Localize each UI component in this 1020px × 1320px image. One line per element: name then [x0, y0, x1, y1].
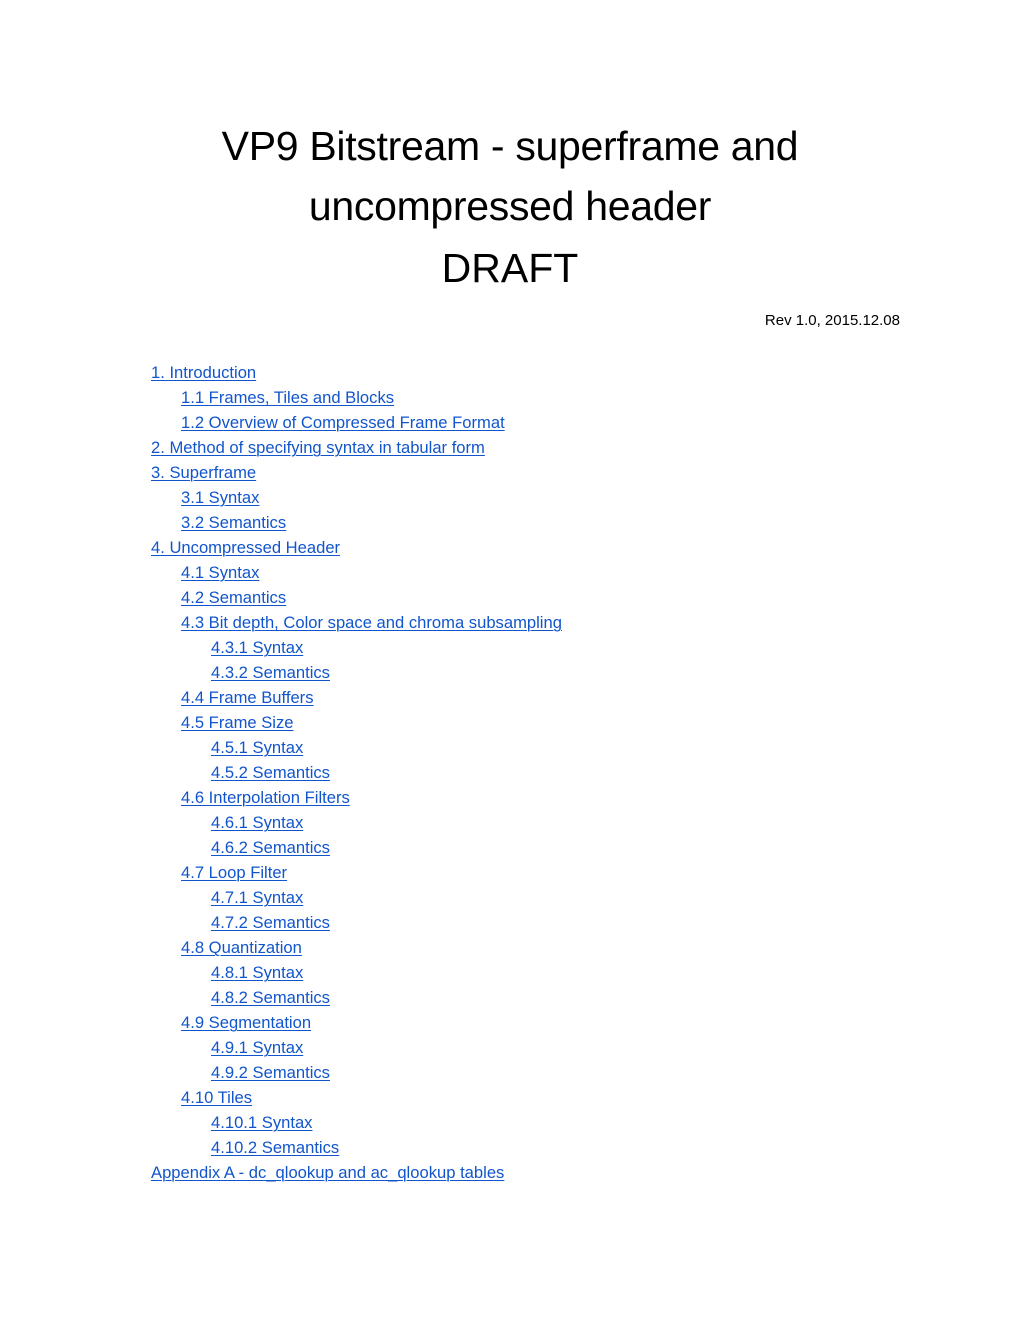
toc-entry: 4.9.2 Semantics	[151, 1060, 562, 1085]
toc-link[interactable]: 4.2 Semantics	[181, 588, 286, 607]
toc-entry: 3. Superframe	[151, 460, 562, 485]
toc-link[interactable]: 3. Superframe	[151, 463, 256, 482]
toc-entry: 4.3.2 Semantics	[151, 660, 562, 685]
draft-status-label: DRAFT	[441, 245, 579, 291]
toc-link[interactable]: 4.1 Syntax	[181, 563, 259, 582]
toc-entry: 4.4 Frame Buffers	[151, 685, 562, 710]
toc-link[interactable]: 1.1 Frames, Tiles and Blocks	[181, 388, 394, 407]
toc-entry: 1. Introduction	[151, 360, 562, 385]
toc-link[interactable]: 1.2 Overview of Compressed Frame Format	[181, 413, 505, 432]
toc-link[interactable]: 4.6 Interpolation Filters	[181, 788, 350, 807]
toc-entry: 4.7 Loop Filter	[151, 860, 562, 885]
toc-link[interactable]: 4.5.2 Semantics	[211, 763, 330, 782]
toc-link[interactable]: 4.6.1 Syntax	[211, 813, 303, 832]
toc-entry: 4.3 Bit depth, Color space and chroma su…	[151, 610, 562, 635]
toc-link[interactable]: 1. Introduction	[151, 363, 256, 382]
toc-entry: 4.5.1 Syntax	[151, 735, 562, 760]
toc-link[interactable]: 4.5 Frame Size	[181, 713, 294, 732]
toc-link[interactable]: 4.7 Loop Filter	[181, 863, 287, 882]
revision-info: Rev 1.0, 2015.12.08	[764, 312, 900, 329]
toc-entry: 4.6.2 Semantics	[151, 835, 562, 860]
toc-link[interactable]: 4.9.2 Semantics	[211, 1063, 330, 1082]
toc-entry: 4.8.2 Semantics	[151, 985, 562, 1010]
toc-entry: 4.7.2 Semantics	[151, 910, 562, 935]
toc-link[interactable]: 4.8 Quantization	[181, 938, 302, 957]
toc-link[interactable]: 3.1 Syntax	[181, 488, 259, 507]
table-of-contents: 1. Introduction 1.1 Frames, Tiles and Blo…	[151, 360, 562, 1185]
toc-link[interactable]: Appendix A - dc_qlookup and ac_qlookup t…	[151, 1163, 504, 1182]
toc-link[interactable]: 2. Method of specifying syntax in tabula…	[151, 438, 485, 457]
toc-entry: 4.2 Semantics	[151, 585, 562, 610]
toc-entry: 4.5 Frame Size	[151, 710, 562, 735]
toc-entry: 4.10 Tiles	[151, 1085, 562, 1110]
document-title-line-1: VP9 Bitstream - superframe and	[221, 123, 799, 169]
toc-link[interactable]: 4.10.2 Semantics	[211, 1138, 339, 1157]
toc-link[interactable]: 4.6.2 Semantics	[211, 838, 330, 857]
toc-entry: 4.1 Syntax	[151, 560, 562, 585]
toc-entry: 4.10.2 Semantics	[151, 1135, 562, 1160]
toc-entry: 4.10.1 Syntax	[151, 1110, 562, 1135]
toc-entry: 3.2 Semantics	[151, 510, 562, 535]
document-title-line-2: uncompressed header	[308, 183, 712, 229]
toc-entry: 4.8.1 Syntax	[151, 960, 562, 985]
toc-entry: 4.6 Interpolation Filters	[151, 785, 562, 810]
toc-link[interactable]: 4.5.1 Syntax	[211, 738, 303, 757]
toc-entry: Appendix A - dc_qlookup and ac_qlookup t…	[151, 1160, 562, 1185]
toc-link[interactable]: 4.3 Bit depth, Color space and chroma su…	[181, 613, 562, 632]
toc-link[interactable]: 4.3.2 Semantics	[211, 663, 330, 682]
toc-entry: 2. Method of specifying syntax in tabula…	[151, 435, 562, 460]
toc-entry: 4.3.1 Syntax	[151, 635, 562, 660]
toc-link[interactable]: 4.4 Frame Buffers	[181, 688, 314, 707]
toc-link[interactable]: 4.9 Segmentation	[181, 1013, 311, 1032]
toc-link[interactable]: 4.3.1 Syntax	[211, 638, 303, 657]
toc-entry: 4.6.1 Syntax	[151, 810, 562, 835]
toc-link[interactable]: 4.10.1 Syntax	[211, 1113, 312, 1132]
toc-entry: 3.1 Syntax	[151, 485, 562, 510]
toc-entry: 4.8 Quantization	[151, 935, 562, 960]
toc-entry: 4.9.1 Syntax	[151, 1035, 562, 1060]
toc-entry: 1.1 Frames, Tiles and Blocks	[151, 385, 562, 410]
toc-link[interactable]: 4. Uncompressed Header	[151, 538, 340, 557]
toc-link[interactable]: 4.8.2 Semantics	[211, 988, 330, 1007]
toc-link[interactable]: 4.7.2 Semantics	[211, 913, 330, 932]
toc-link[interactable]: 4.8.1 Syntax	[211, 963, 303, 982]
toc-link[interactable]: 3.2 Semantics	[181, 513, 286, 532]
toc-entry: 4.5.2 Semantics	[151, 760, 562, 785]
toc-entry: 1.2 Overview of Compressed Frame Format	[151, 410, 562, 435]
toc-entry: 4.9 Segmentation	[151, 1010, 562, 1035]
toc-link[interactable]: 4.7.1 Syntax	[211, 888, 303, 907]
document-title-block: VP9 Bitstream - superframe and uncompres…	[150, 116, 870, 298]
toc-link[interactable]: 4.9.1 Syntax	[211, 1038, 303, 1057]
toc-entry: 4.7.1 Syntax	[151, 885, 562, 910]
toc-link[interactable]: 4.10 Tiles	[181, 1088, 252, 1107]
toc-entry: 4. Uncompressed Header	[151, 535, 562, 560]
